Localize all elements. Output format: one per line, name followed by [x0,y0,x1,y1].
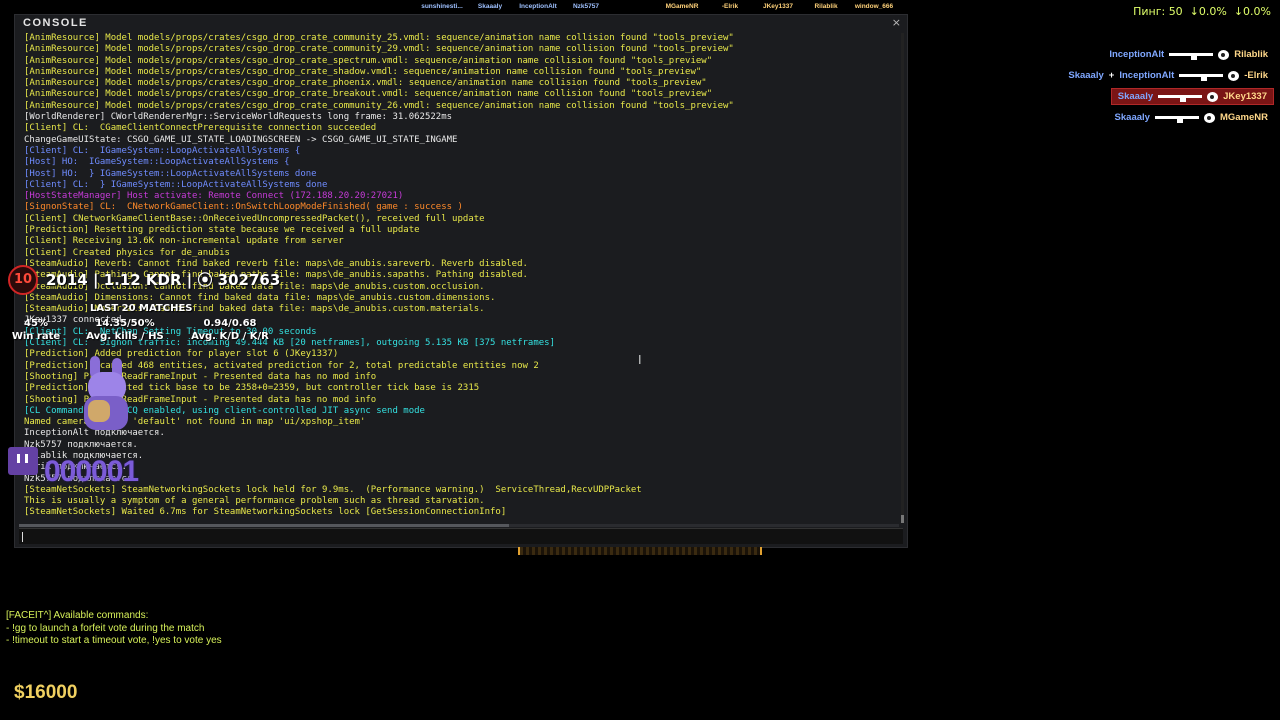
console-line: [Client] Receiving 13.6K non-incremental… [24,236,344,247]
console-line: [AnimResource] Model models/props/crates… [24,89,713,100]
console-line: [Host] HO: } IGameSystem::LoopActivateAl… [24,168,317,179]
stat-label: Avg. kills / HS [86,331,164,342]
topbar-player: InceptionAlt [519,3,557,10]
faceit-summary: 2014 | 1.12 KDR | ⦿ 302763 [46,271,281,289]
topbar-player: -Elrik [721,3,739,10]
headshot-icon [1203,112,1215,123]
faceit-level-badge: 10 [8,265,38,295]
killfeed-row: Skaaaly JKey1337 [1110,88,1274,105]
twitch-icon [8,447,38,475]
money-display: $16000 [14,682,78,703]
topbar-player: window_666 [854,3,894,10]
console-line: [Prediction] Scanned 468 entities, activ… [24,360,539,371]
faceit-overlay: 10 2014 | 1.12 KDR | ⦿ 302763 LAST 20 MA… [4,263,304,353]
rifle-icon [1169,51,1214,60]
console-line: [Host] HO: IGameSystem::LoopActivateAllS… [24,157,290,168]
close-icon[interactable]: × [892,16,901,29]
console-line: [Client] CL: } IGameSystem::LoopActivate… [24,179,328,190]
console-line: [WorldRenderer] CWorldRendererMgr::Servi… [24,112,453,123]
chat-line: - !gg to launch a forfeit vote during th… [6,622,205,634]
twitch-count: 000001 [44,455,139,488]
console-line: [AnimResource] Model models/props/crates… [24,78,707,89]
console-line: [AnimResource] Model models/props/crates… [24,100,734,111]
console-line: Named camera target 'default' not found … [24,417,366,428]
topbar-player [610,3,658,12]
killfeed-victim: JKey1337 [1223,91,1267,102]
rifle-icon [1158,93,1203,102]
player-topbar: sunshinesti... Skaaaly InceptionAlt Nzk5757… [418,3,898,12]
stat-value: 45% [24,318,48,329]
console-line: [AnimResource] Model models/props/crates… [24,33,734,43]
console-line: [AnimResource] Model models/props/crates… [24,66,702,77]
killfeed-row: Skaaaly + InceptionAlt -Elrik [1062,67,1274,84]
console-line: This is usually a symptom of a general p… [24,496,485,507]
topbar-player: Skaaaly [477,3,503,10]
faceit-chat-commands: [FACEIT^] Available commands: - !gg to l… [6,610,222,648]
killfeed-row: Skaaaly MGameNR [1109,109,1274,126]
killfeed-killer: InceptionAlt [1119,70,1175,81]
console-line: [Prediction] Predicted tick base to be 2… [24,383,480,394]
twitch-counter: 000001 [8,444,178,494]
console-line: [Prediction] Resetting prediction state … [24,225,420,236]
console-horizontal-scrollbar[interactable] [19,524,899,527]
killfeed-killer: InceptionAlt [1109,49,1165,60]
stat-label: Win rate [11,331,61,342]
console-line: [Client] CL: CGameClientConnectPrerequis… [24,123,377,134]
rifle-icon [1179,72,1224,81]
console-line: InceptionAlt подключается. [24,428,165,439]
console-input[interactable] [19,528,903,544]
killfeed-victim: Rilablik [1234,49,1268,60]
chat-line: - !timeout to start a timeout vote, !yes… [6,635,222,646]
killfeed-victim: -Elrik [1244,70,1268,81]
topbar-player: Rilablik [814,3,838,10]
rifle-icon [1154,114,1199,123]
console-line: ChangeGameUIState: CSGO_GAME_UI_STATE_LO… [24,134,458,145]
console-line: [HostStateManager] Host activate: Remote… [24,191,404,202]
headshot-icon [1228,70,1240,81]
killfeed-assister: Skaaaly [1068,70,1104,81]
round-timer-strip [518,547,762,555]
console-line: [Client] CNetworkGameClientBase::OnRecei… [24,213,485,224]
stat-value: 0.94/0.68 [203,318,257,329]
console-line: [AnimResource] Model models/props/crates… [24,44,734,55]
killfeed-killer: Skaaaly [1117,91,1154,102]
console-vertical-scrollbar[interactable] [901,33,904,523]
console-line: [SignonState] CL: CNetworkGameClient::On… [24,202,463,213]
mascot-sprite [78,356,136,438]
scrollbar-thumb[interactable] [19,524,509,527]
faceit-stat-kd: 0.94/0.68 Avg. K/D / K/R [184,317,276,343]
mascot-belly [88,400,110,422]
faceit-last-matches: LAST 20 MATCHES [90,303,193,314]
console-title: CONSOLE [23,17,88,29]
text-caret [22,532,23,542]
topbar-player: Nzk5757 [572,3,600,10]
topbar-player: MGameNR [665,3,699,10]
stat-value: 14.35/50% [95,318,155,329]
console-line: [SteamNetSockets] Waited 6.7ms for Steam… [24,507,507,518]
console-line: [Shooting] ProcessReadFrameInput - Prese… [24,394,377,405]
net-stats: Пинг: 50 ↓0.0% ↓0.0% [1133,5,1271,18]
console-line: [AnimResource] Model models/props/crates… [24,55,713,66]
killfeed-row: InceptionAlt Rilablik [1103,46,1274,63]
console-line: [CL Command Queue] CQ enabled, using cli… [24,405,425,416]
killfeed-killer: Skaaaly [1114,112,1150,123]
topbar-player: JKey1337 [763,3,793,10]
console-line: [Client] Created physics for de_anubis [24,247,230,258]
topbar-player: sunshinesti... [421,3,463,10]
faceit-stat-winrate: 45% Win rate [6,317,66,343]
scrollbar-thumb[interactable] [901,515,904,523]
text-cursor-icon: I [638,353,642,367]
console-line: [Shooting] ProcessReadFrameInput - Prese… [24,371,377,382]
headshot-icon [1218,49,1230,60]
stat-label: Avg. K/D / K/R [191,331,269,342]
console-line: [Client] CL: IGameSystem::LoopActivateAl… [24,145,301,156]
killfeed-assist-plus: + [1108,70,1115,81]
faceit-stat-kills: 14.35/50% Avg. kills / HS [80,317,170,343]
killfeed-victim: MGameNR [1219,112,1268,123]
headshot-icon [1207,91,1219,102]
chat-line: [FACEIT^] Available commands: [6,610,149,621]
